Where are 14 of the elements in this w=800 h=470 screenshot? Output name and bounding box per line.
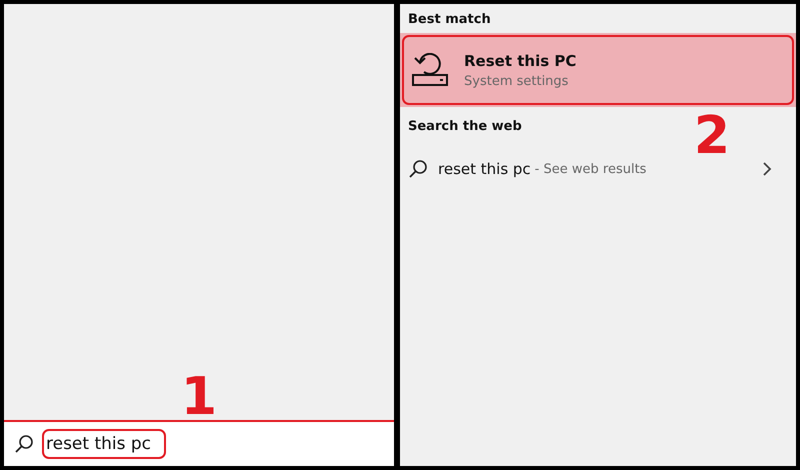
web-query: reset this pc: [438, 160, 531, 178]
search-field[interactable]: reset this pc: [42, 429, 166, 459]
reset-icon: [412, 53, 448, 87]
search-icon: [408, 159, 428, 179]
chevron-icon: [762, 162, 772, 176]
section-heading: Search the web: [407, 118, 523, 136]
web-hint: - See web results: [534, 162, 646, 176]
result-title: Reset this PC: [464, 52, 576, 70]
result-subtitle: System settings: [464, 74, 570, 88]
search-icon: [14, 434, 34, 454]
section-heading: Best match: [407, 11, 492, 29]
best-match-result[interactable]: Reset this PC System settings: [400, 33, 796, 107]
step-number: 2: [694, 113, 730, 159]
step-number: 1: [180, 374, 218, 420]
